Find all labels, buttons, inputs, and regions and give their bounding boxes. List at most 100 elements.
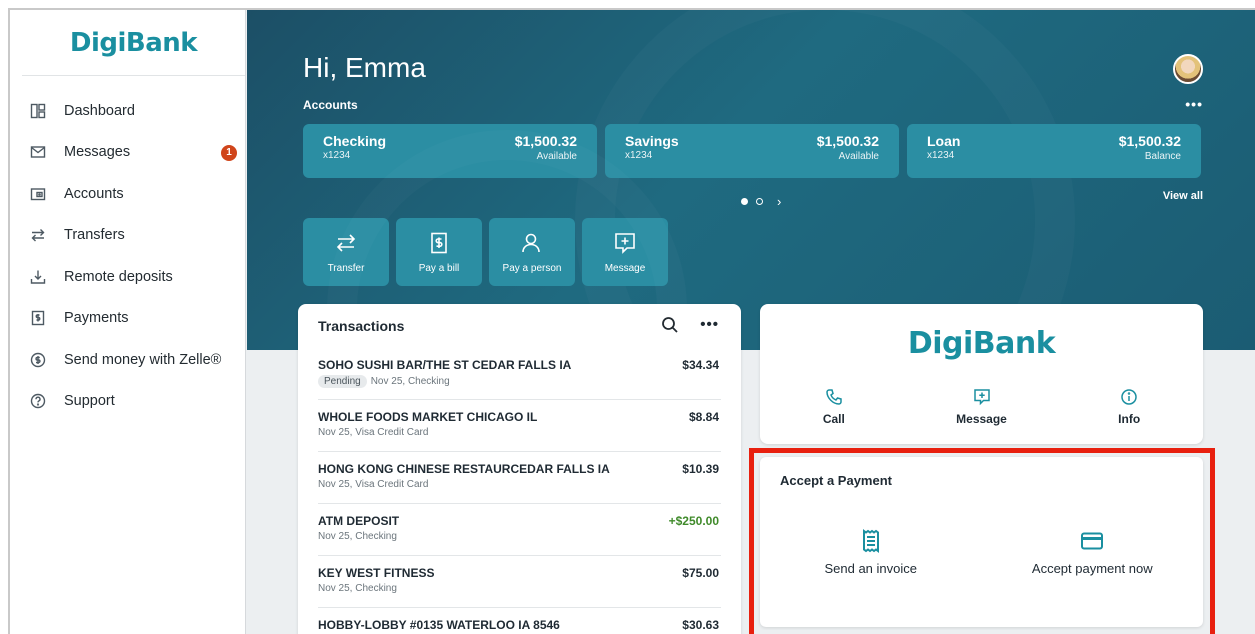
avatar[interactable]	[1173, 54, 1203, 84]
info-button[interactable]: Info	[1055, 388, 1203, 426]
transaction-date-account: Nov 25, Checking	[318, 583, 397, 594]
quick-actions: Transfer Pay a bill Pay a person Message	[303, 218, 668, 286]
transaction-name: HOBBY-LOBBY #0135 WATERLOO IA 8546	[318, 618, 560, 632]
transaction-amount: $8.84	[688, 410, 719, 424]
envelope-icon	[28, 142, 48, 162]
sidebar-item-label: Transfers	[64, 227, 125, 244]
pager-dot[interactable]	[756, 198, 763, 205]
account-amount-label: Available	[838, 151, 879, 162]
accept-payment-now-button[interactable]: Accept payment now	[982, 529, 1204, 576]
transaction-row[interactable]: KEY WEST FITNESS Nov 25, Checking $75.00	[318, 556, 721, 608]
account-card-savings[interactable]: Savings x1234 $1,500.32 Available	[605, 124, 899, 178]
transfer-button[interactable]: Transfer	[303, 218, 389, 286]
transaction-date-account: Nov 25, Checking	[318, 531, 397, 542]
search-icon[interactable]	[661, 316, 679, 339]
info-icon	[1121, 389, 1137, 405]
transactions-title: Transactions	[318, 318, 405, 334]
call-label: Call	[822, 412, 845, 426]
sidebar-item-label: Messages	[64, 144, 131, 161]
chevron-right-icon[interactable]: ›	[777, 194, 781, 209]
transaction-name: KEY WEST FITNESS	[318, 566, 435, 580]
account-amount-label: Available	[536, 151, 577, 162]
transaction-amount: $75.00	[682, 566, 719, 580]
transaction-amount: $10.39	[682, 462, 719, 476]
help-icon	[28, 391, 48, 411]
transaction-row[interactable]: HOBBY-LOBBY #0135 WATERLOO IA 8546 $30.6…	[318, 608, 721, 634]
pay-bill-button[interactable]: Pay a bill	[396, 218, 482, 286]
transaction-amount: $30.63	[682, 618, 719, 632]
greeting: Hi, Emma	[303, 52, 426, 83]
account-card-checking[interactable]: Checking x1234 $1,500.32 Available	[303, 124, 597, 178]
transaction-date-account: Nov 25, Checking	[370, 376, 450, 387]
pay-person-button[interactable]: Pay a person	[489, 218, 575, 286]
account-amount: $1,500.32	[816, 133, 879, 149]
transactions-more-button[interactable]: •••	[700, 316, 719, 333]
view-all-link[interactable]: View all	[1163, 190, 1203, 202]
sidebar-item-transfers[interactable]: Transfers	[10, 215, 245, 257]
message-bank-button[interactable]: Message	[908, 388, 1056, 426]
unread-badge: 1	[221, 144, 237, 161]
transfer-icon	[336, 233, 356, 252]
account-amount: $1,500.32	[1118, 133, 1181, 149]
action-label: Pay a bill	[418, 262, 460, 274]
card-bottom-strip	[760, 630, 1203, 634]
carousel-pager: ›	[741, 194, 781, 209]
action-label: Pay a person	[502, 262, 562, 274]
brand-name: DigiBank	[69, 27, 198, 58]
sidebar-item-label: Payments	[64, 310, 129, 327]
account-amount-label: Balance	[1144, 151, 1181, 162]
account-card-loan[interactable]: Loan x1234 $1,500.32 Balance	[907, 124, 1201, 178]
invoice-icon	[862, 529, 879, 553]
phone-icon	[826, 389, 842, 405]
transaction-meta: Pending Nov 25, Checking	[318, 375, 721, 388]
transaction-date-account: Nov 25, Visa Credit Card	[318, 479, 429, 490]
sidebar-item-dashboard[interactable]: Dashboard	[10, 90, 245, 132]
pager-dot-active[interactable]	[741, 198, 748, 205]
bill-icon	[431, 232, 447, 253]
sidebar: DigiBank Dashboard Messages 1 Accounts T…	[10, 10, 246, 634]
sidebar-item-messages[interactable]: Messages 1	[10, 132, 245, 174]
sidebar-item-remote-deposits[interactable]: Remote deposits	[10, 256, 245, 298]
sidebar-item-label: Support	[64, 393, 115, 410]
accept-payment-card: Accept a Payment Send an invoice Accept …	[760, 457, 1203, 627]
accounts-more-button[interactable]: •••	[1185, 96, 1203, 112]
sidebar-item-label: Remote deposits	[64, 268, 173, 285]
dashboard-icon	[28, 101, 48, 121]
transaction-amount: $34.34	[682, 358, 719, 372]
transactions-card: Transactions ••• SOHO SUSHI BAR/THE ST C…	[298, 304, 741, 634]
account-number: x1234	[927, 150, 955, 161]
sidebar-item-label: Accounts	[64, 185, 124, 202]
account-name: Checking	[323, 133, 387, 149]
deposit-icon	[28, 267, 48, 287]
transaction-name: WHOLE FOODS MARKET CHICAGO IL	[318, 410, 538, 424]
sidebar-item-payments[interactable]: Payments	[10, 298, 245, 340]
sidebar-item-accounts[interactable]: Accounts	[10, 173, 245, 215]
transaction-row[interactable]: ATM DEPOSIT Nov 25, Checking +$250.00	[318, 504, 721, 556]
action-label: Message	[604, 262, 646, 274]
brand-logo[interactable]: DigiBank	[22, 10, 245, 76]
transaction-amount: +$250.00	[668, 514, 719, 528]
transaction-row[interactable]: SOHO SUSHI BAR/THE ST CEDAR FALLS IA Pen…	[318, 348, 721, 400]
send-invoice-button[interactable]: Send an invoice	[760, 529, 982, 576]
message-icon	[973, 389, 990, 406]
sidebar-item-zelle[interactable]: Send money with Zelle®	[10, 339, 245, 381]
info-label: Info	[1118, 412, 1141, 426]
dollar-circle-icon	[28, 350, 48, 370]
person-icon	[522, 233, 540, 252]
dashboard-hero: Hi, Emma Accounts ••• Checking x1234 $1,…	[247, 10, 1255, 350]
app-window: DigiBank Dashboard Messages 1 Accounts T…	[8, 8, 1255, 634]
accept-payment-title: Accept a Payment	[780, 473, 892, 488]
transaction-name: ATM DEPOSIT	[318, 514, 400, 528]
message-button[interactable]: Message	[582, 218, 668, 286]
bank-contact-actions: Call Message Info	[760, 388, 1203, 426]
send-invoice-label: Send an invoice	[824, 561, 917, 576]
sidebar-nav: Dashboard Messages 1 Accounts Transfers …	[10, 76, 245, 422]
sidebar-item-label: Send money with Zelle®	[64, 351, 222, 368]
accounts-heading: Accounts	[303, 98, 358, 112]
transactions-header: Transactions •••	[298, 304, 741, 348]
transaction-row[interactable]: HONG KONG CHINESE RESTAURCEDAR FALLS IA …	[318, 452, 721, 504]
transaction-row[interactable]: WHOLE FOODS MARKET CHICAGO IL Nov 25, Vi…	[318, 400, 721, 452]
call-button[interactable]: Call	[760, 388, 908, 426]
bank-logo: DigiBank	[907, 326, 1056, 361]
sidebar-item-support[interactable]: Support	[10, 381, 245, 423]
